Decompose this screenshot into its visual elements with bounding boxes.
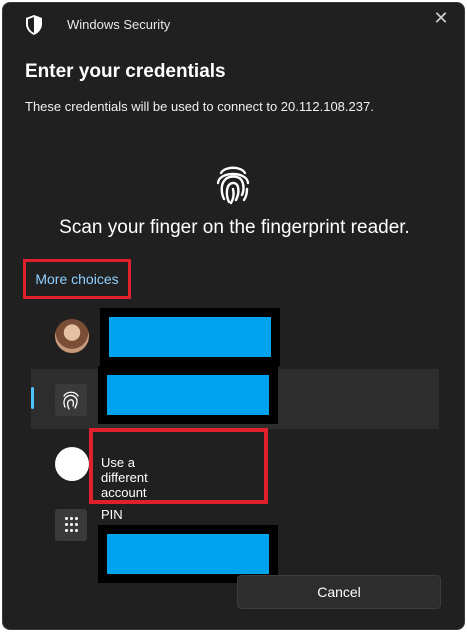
fingerprint-tile — [55, 384, 87, 416]
default-avatar-icon — [55, 447, 89, 481]
keypad-icon — [65, 517, 79, 533]
dialog-heading: Enter your credentials — [25, 61, 226, 82]
cancel-button[interactable]: Cancel — [237, 575, 441, 609]
fingerprint-small-icon — [63, 391, 79, 410]
redacted-pin-field — [107, 534, 269, 574]
pin-label: PIN — [101, 507, 123, 522]
shield-icon — [26, 15, 42, 35]
app-title: Windows Security — [67, 17, 171, 32]
credential-dialog: Windows Security ✕ Enter your credential… — [2, 2, 465, 630]
dialog-description: These credentials will be used to connec… — [25, 99, 374, 114]
scan-prompt: Scan your finger on the fingerprint read… — [59, 217, 410, 238]
keypad-tile — [55, 509, 87, 541]
close-icon[interactable]: ✕ — [430, 7, 452, 29]
redacted-account-name — [109, 317, 271, 357]
fingerprint-icon — [216, 166, 250, 205]
title-bar: Windows Security ✕ — [3, 3, 464, 43]
redacted-account-name — [107, 375, 269, 415]
selection-indicator — [31, 387, 34, 409]
more-choices-link[interactable]: More choices — [23, 259, 131, 299]
use-different-account-label: Use a different account — [101, 455, 148, 500]
avatar — [55, 319, 89, 353]
